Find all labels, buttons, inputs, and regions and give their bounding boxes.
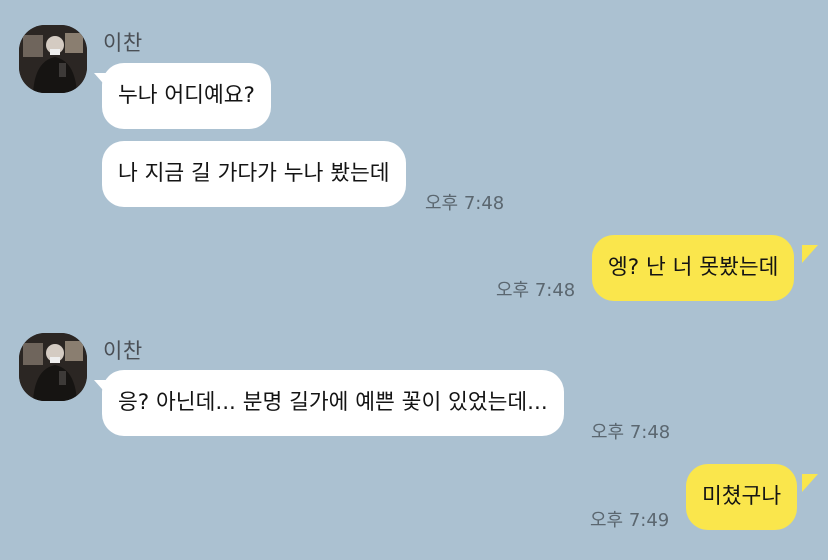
bubble-tail <box>802 245 818 263</box>
sender-name: 이찬 <box>103 339 143 363</box>
sender-avatar[interactable] <box>19 25 87 93</box>
incoming-message[interactable]: 누나 어디예요? <box>102 63 271 129</box>
profile-photo-icon <box>19 25 87 93</box>
outgoing-message[interactable]: 미쳤구나 <box>686 464 798 530</box>
sender-avatar[interactable] <box>19 333 87 401</box>
message-timestamp: 오후 7:48 <box>425 193 505 214</box>
incoming-message[interactable]: 나 지금 길 가다가 누나 봤는데 <box>102 141 406 207</box>
sender-name: 이찬 <box>103 31 143 55</box>
profile-photo-icon <box>19 333 87 401</box>
outgoing-message[interactable]: 엥? 난 너 못봤는데 <box>592 235 795 301</box>
message-timestamp: 오후 7:48 <box>496 280 576 301</box>
bubble-tail <box>802 474 818 492</box>
incoming-message[interactable]: 응? 아닌데... 분명 길가에 예쁜 꽃이 있었는데... <box>102 370 564 436</box>
message-timestamp: 오후 7:48 <box>591 422 671 443</box>
message-timestamp: 오후 7:49 <box>590 510 670 531</box>
